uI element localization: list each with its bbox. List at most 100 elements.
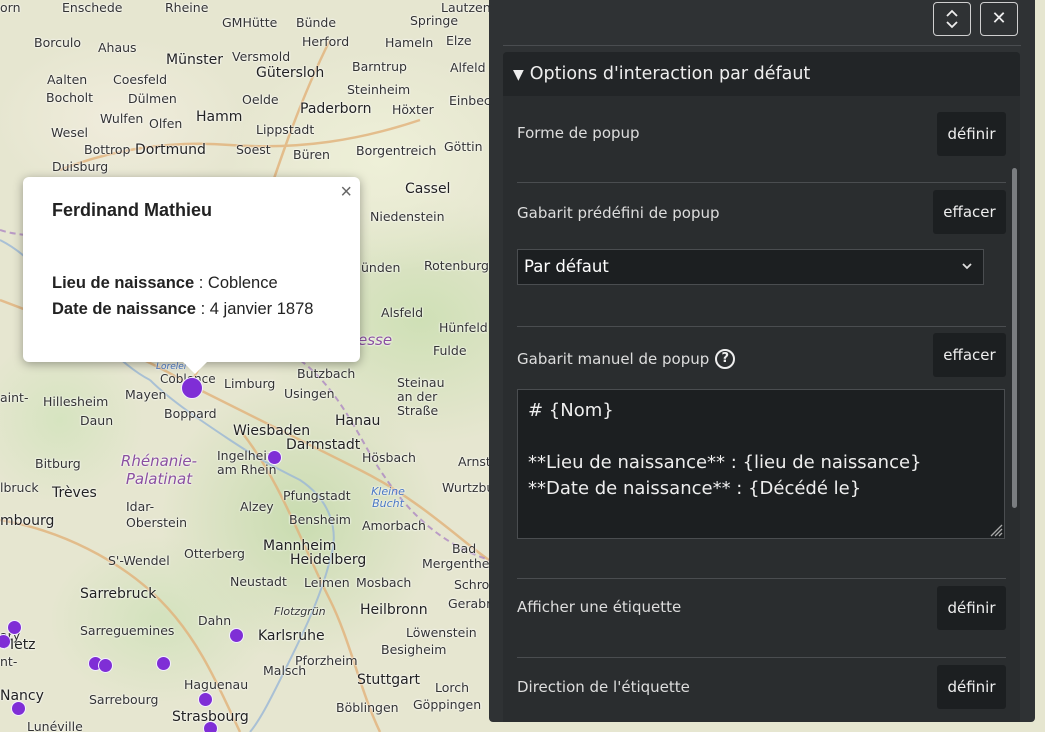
map-city-label: Bocholt xyxy=(46,90,94,105)
map-city-label: Besigheim xyxy=(381,642,447,657)
map-city-label: aint- xyxy=(0,390,29,405)
map-city-label: Heidelberg xyxy=(290,552,367,568)
divider xyxy=(503,45,1021,46)
map-city-label: Oelde xyxy=(242,92,279,107)
map-city-label: Enschede xyxy=(62,0,123,15)
map-city-label: Fulde xyxy=(433,343,467,358)
popup-close-icon[interactable]: × xyxy=(340,181,352,204)
popup-template-select[interactable]: Par défaut xyxy=(517,249,984,285)
map-city-label: Mayen xyxy=(125,387,167,402)
map-city-label: Lorch xyxy=(435,680,470,695)
map-city-label: Alsfeld xyxy=(381,305,424,320)
show-label-set-button[interactable]: définir xyxy=(937,586,1006,630)
map-city-label: Böblingen xyxy=(336,700,399,715)
map-city-label: Aalten xyxy=(47,72,88,87)
popup-template-clear-button[interactable]: effacer xyxy=(933,190,1006,234)
map-city-label: Malsch xyxy=(263,663,307,678)
popup-birthplace-value: Coblence xyxy=(207,274,278,292)
map-city-label: Boppard xyxy=(164,406,217,421)
popup-separator: : xyxy=(194,274,208,292)
map-city-label: Duisburg xyxy=(52,159,109,174)
collapse-expand-button[interactable] xyxy=(933,2,971,36)
map-city-label: Wulfen xyxy=(100,111,144,126)
map-city-label: Idar-Oberstein xyxy=(126,499,188,530)
map-city-label: Olfen xyxy=(149,116,183,131)
feature-popup: Ferdinand Mathieu × Lieu de naissance : … xyxy=(23,177,360,374)
map-marker[interactable] xyxy=(98,658,113,673)
map-city-label: Hameln xyxy=(385,35,434,50)
map-marker[interactable] xyxy=(267,450,282,465)
map-city-label: Ahaus xyxy=(98,40,137,55)
map-city-label: Herford xyxy=(302,34,350,49)
map-region-label: Rhénanie-Palatinat xyxy=(120,452,198,488)
popup-template-textarea[interactable]: # {Nom} **Lieu de naissance** : {lieu de… xyxy=(517,389,1005,539)
map-city-label: Borgentreich xyxy=(356,143,437,158)
map-city-label: Bitburg xyxy=(35,456,81,471)
close-panel-button[interactable]: ✕ xyxy=(980,2,1018,36)
map-city-label: Trèves xyxy=(52,485,97,501)
popup-manual-clear-button[interactable]: effacer xyxy=(933,333,1006,377)
map-city-label: Bensheim xyxy=(289,512,351,527)
divider xyxy=(517,657,1006,658)
map-city-label: Niedenstein xyxy=(370,209,445,224)
settings-panel: ✕ ▼ Options d'interaction par défaut Form… xyxy=(489,0,1035,722)
map-city-label: Flotzgrün xyxy=(274,605,326,618)
map-city-label: Elze xyxy=(446,33,472,48)
map-city-label: Bünde xyxy=(296,15,337,30)
help-icon[interactable]: ? xyxy=(715,349,736,369)
popup-template-label: Gabarit prédéfini de popup xyxy=(517,204,720,222)
popup-shape-row: Forme de popup définir xyxy=(503,110,1006,160)
map-city-label: orn xyxy=(0,0,21,15)
map-city-label: Neustadt xyxy=(230,574,287,589)
map-city-label: Dahn xyxy=(198,613,232,628)
map-city-label: Rotenburg xyxy=(424,258,489,273)
map-city-label: Wesel xyxy=(51,125,88,140)
map-marker[interactable] xyxy=(203,721,218,732)
map-marker[interactable] xyxy=(156,656,171,671)
chevron-down-icon xyxy=(962,263,972,270)
map-city-label: Schro xyxy=(454,577,490,592)
triangle-down-icon: ▼ xyxy=(513,67,524,83)
map-city-label: Alzey xyxy=(240,499,274,514)
chevron-up-down-icon xyxy=(946,9,958,29)
map-marker[interactable] xyxy=(198,692,213,707)
map-city-label: GMHütte xyxy=(222,15,278,30)
map-city-label: Dortmund xyxy=(135,142,206,158)
map-city-label: S'-Wendel xyxy=(108,553,170,568)
map-city-label: Barntrup xyxy=(352,59,407,74)
show-label-row: Afficher une étiquette définir xyxy=(503,586,1006,636)
map-marker[interactable] xyxy=(229,628,244,643)
show-label-label: Afficher une étiquette xyxy=(517,598,682,616)
popup-shape-set-button[interactable]: définir xyxy=(937,112,1006,156)
map-city-label: nt- xyxy=(0,654,18,669)
map-city-label: Mergenthe xyxy=(422,556,490,571)
map-city-label: ünden xyxy=(361,260,401,275)
map-city-label: Daun xyxy=(80,413,114,428)
map-city-label: Leimen xyxy=(304,575,350,590)
map-marker[interactable] xyxy=(7,620,22,635)
popup-separator: : xyxy=(196,300,210,318)
map-city-label: Mosbach xyxy=(356,575,412,590)
map-city-label: lbruck xyxy=(0,480,39,495)
map-marker-selected[interactable] xyxy=(181,377,203,399)
map-city-label: Rheine xyxy=(165,0,209,15)
divider xyxy=(517,182,1006,183)
resize-handle-icon[interactable] xyxy=(987,521,1003,537)
map-city-label: Usingen xyxy=(284,386,335,401)
map-city-label: Hösbach xyxy=(362,450,416,465)
map-marker[interactable] xyxy=(11,701,26,716)
map-city-label: Löwenstein xyxy=(406,625,477,640)
section-title: Options d'interaction par défaut xyxy=(529,64,811,84)
map-city-label: Dülmen xyxy=(128,91,177,106)
scrollbar[interactable] xyxy=(1012,168,1017,508)
map-city-label: Hamm xyxy=(196,109,243,125)
label-direction-set-button[interactable]: définir xyxy=(937,665,1006,709)
map-region-label: esse xyxy=(358,331,393,349)
map-city-label: Versmold xyxy=(232,49,291,64)
popup-manual-label: Gabarit manuel de popup? xyxy=(517,349,736,369)
section-header[interactable]: ▼ Options d'interaction par défaut xyxy=(503,52,1020,96)
map-city-label: Soest xyxy=(236,142,271,157)
map-city-label: Sarrebruck xyxy=(80,586,157,602)
map-city-label: Hillesheim xyxy=(43,394,109,409)
map-city-label: Stuttgart xyxy=(357,672,420,688)
